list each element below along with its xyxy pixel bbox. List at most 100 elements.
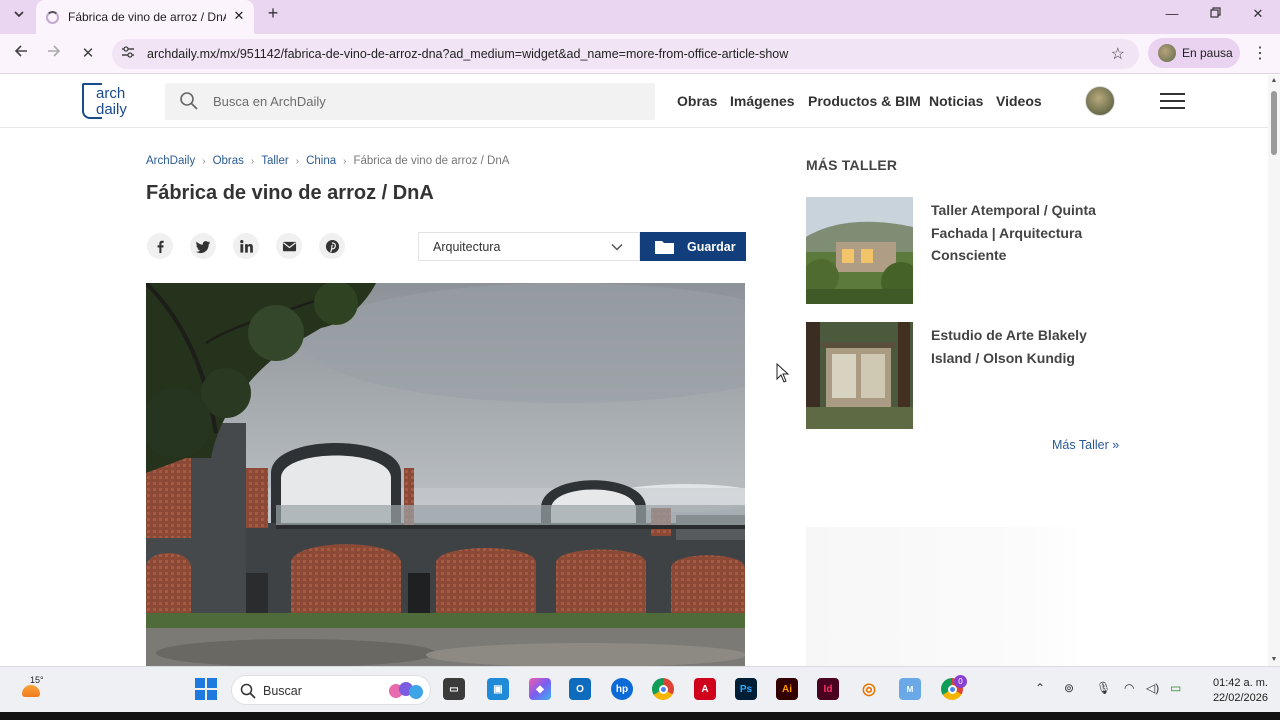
nav-obras[interactable]: Obras: [677, 93, 717, 109]
hero-image[interactable]: [146, 283, 745, 666]
nav-imagenes[interactable]: Imágenes: [730, 93, 795, 109]
more-taller-link[interactable]: Más Taller »: [1052, 438, 1119, 452]
site-header: arch daily Obras Imágenes Productos & BI…: [0, 75, 1268, 128]
forward-button[interactable]: [42, 42, 66, 66]
profile-avatar: [1158, 44, 1176, 62]
chevron-right-icon: ›: [343, 155, 347, 167]
share-pinterest-button[interactable]: [319, 233, 345, 259]
archdaily-logo[interactable]: arch daily: [82, 83, 144, 121]
chevron-down-icon: [14, 11, 24, 18]
outlook-icon[interactable]: O: [569, 678, 591, 700]
copilot-icon[interactable]: ◆: [529, 678, 551, 700]
breadcrumb-taller[interactable]: Taller: [261, 155, 288, 167]
breadcrumb: ArchDaily › Obras › Taller › China › Fáb…: [146, 155, 509, 167]
share-facebook-button[interactable]: [147, 233, 173, 259]
category-selected-value: Arquitectura: [433, 240, 501, 254]
battery-icon[interactable]: ▭: [1170, 681, 1181, 695]
folder-icon: [655, 240, 674, 254]
ad-placeholder: [806, 527, 1084, 667]
breadcrumb-archdaily[interactable]: ArchDaily: [146, 155, 195, 167]
tab-search-button[interactable]: [8, 3, 30, 25]
logo-line-1: arch: [96, 85, 126, 102]
browser-tab[interactable]: Fábrica de vino de arroz / DnA | ✕: [36, 0, 254, 34]
chevron-right-icon: ›: [202, 155, 206, 167]
minimize-button[interactable]: —: [1158, 4, 1186, 24]
profile-status: En pausa: [1182, 46, 1233, 60]
search-input[interactable]: [213, 91, 633, 111]
nav-videos[interactable]: Videos: [996, 93, 1042, 109]
facebook-icon: [157, 240, 164, 253]
blender-icon[interactable]: ◎: [858, 678, 880, 700]
save-button-label: Guardar: [687, 239, 736, 254]
illustrator-icon[interactable]: Ai: [776, 678, 798, 700]
profile-button[interactable]: En pausa: [1148, 38, 1240, 68]
email-icon: [282, 241, 296, 251]
microphone-icon[interactable]: 🎙︎: [1096, 681, 1111, 695]
share-twitter-button[interactable]: [190, 233, 216, 259]
sidebar-title: MÁS TALLER: [806, 157, 898, 173]
nav-productos-bim[interactable]: Productos & BIM: [808, 93, 921, 109]
chrome-icon[interactable]: [652, 678, 674, 700]
indesign-icon[interactable]: Id: [817, 678, 839, 700]
breadcrumb-current: Fábrica de vino de arroz / DnA: [353, 155, 510, 167]
network-status-icon[interactable]: ⊚: [1064, 681, 1074, 695]
hp-icon[interactable]: hp: [611, 678, 633, 700]
clock-time: 01:42 a. m.: [1212, 677, 1268, 689]
taskbar-search[interactable]: Buscar: [231, 675, 431, 705]
menu-hamburger-icon[interactable]: [1160, 93, 1185, 109]
task-view-icon[interactable]: ▭: [443, 678, 465, 700]
search-icon: [180, 92, 198, 110]
loading-spinner-icon: [46, 10, 59, 24]
scroll-down-arrow-icon[interactable]: ▼: [1270, 656, 1278, 664]
sidebar-item-title[interactable]: Estudio de Arte Blakely Island / Olson K…: [931, 324, 1131, 369]
widgets-icon[interactable]: ▣: [487, 678, 509, 700]
wifi-icon[interactable]: ◠: [1124, 681, 1134, 695]
site-settings-icon[interactable]: [120, 46, 136, 62]
restore-button[interactable]: [1201, 4, 1229, 24]
scrollbar-thumb[interactable]: [1271, 91, 1277, 155]
sidebar-item-thumbnail[interactable]: [806, 197, 913, 304]
multi-app-icon[interactable]: M: [899, 678, 921, 700]
start-button[interactable]: [195, 678, 217, 700]
address-bar[interactable]: archdaily.mx/mx/951142/fabrica-de-vino-d…: [112, 39, 1139, 69]
taskbar: 15° Buscar ▭ ▣ ◆ O hp A Ps Ai Id ◎ M 0 ⌃…: [0, 666, 1280, 712]
back-button[interactable]: [9, 42, 33, 66]
chevron-right-icon: ›: [295, 155, 300, 167]
breadcrumb-obras[interactable]: Obras: [213, 155, 244, 167]
chevron-right-icon: ›: [250, 155, 255, 167]
arrow-left-icon: [14, 45, 27, 57]
search-highlight-icon: [389, 682, 423, 699]
show-hidden-icons-icon[interactable]: ⌃: [1035, 681, 1045, 695]
category-select[interactable]: Arquitectura: [418, 232, 640, 261]
weather-widget[interactable]: 15°: [20, 675, 46, 701]
sidebar-item-thumbnail[interactable]: [806, 322, 913, 429]
chrome-badge: 0: [954, 675, 967, 688]
page-scrollbar[interactable]: ▲ ▼: [1268, 75, 1280, 666]
sidebar-item-title[interactable]: Taller Atemporal / Quinta Fachada | Arqu…: [931, 199, 1131, 267]
breadcrumb-china[interactable]: China: [306, 155, 336, 167]
linkedin-icon: [239, 239, 253, 253]
screen-bottom-edge: [0, 712, 1280, 720]
volume-icon[interactable]: ◁): [1146, 681, 1159, 695]
user-avatar[interactable]: [1085, 86, 1115, 116]
bookmark-star-icon[interactable]: ☆: [1111, 44, 1125, 64]
share-linkedin-button[interactable]: [233, 233, 259, 259]
weather-temp: 15°: [30, 675, 44, 685]
close-tab-button[interactable]: ✕: [232, 9, 246, 23]
restore-icon: [1209, 7, 1221, 18]
nav-noticias[interactable]: Noticias: [929, 93, 983, 109]
url-text: archdaily.mx/mx/951142/fabrica-de-vino-d…: [147, 47, 789, 61]
save-button[interactable]: Guardar: [640, 232, 746, 261]
weather-icon: [22, 685, 40, 697]
scroll-up-arrow-icon[interactable]: ▲: [1270, 77, 1278, 85]
autocad-icon[interactable]: A: [694, 678, 716, 700]
photoshop-icon[interactable]: Ps: [735, 678, 757, 700]
stop-loading-button[interactable]: ✕: [76, 42, 100, 66]
close-window-button[interactable]: ✕: [1244, 4, 1272, 24]
system-clock[interactable]: 01:42 a. m. 22/02/2026: [1198, 676, 1268, 706]
new-tab-button[interactable]: +: [263, 4, 283, 24]
taskbar-search-label: Buscar: [263, 684, 302, 698]
browser-menu-icon[interactable]: ⋮: [1252, 43, 1268, 63]
site-search: [165, 83, 655, 120]
share-email-button[interactable]: [276, 233, 302, 259]
